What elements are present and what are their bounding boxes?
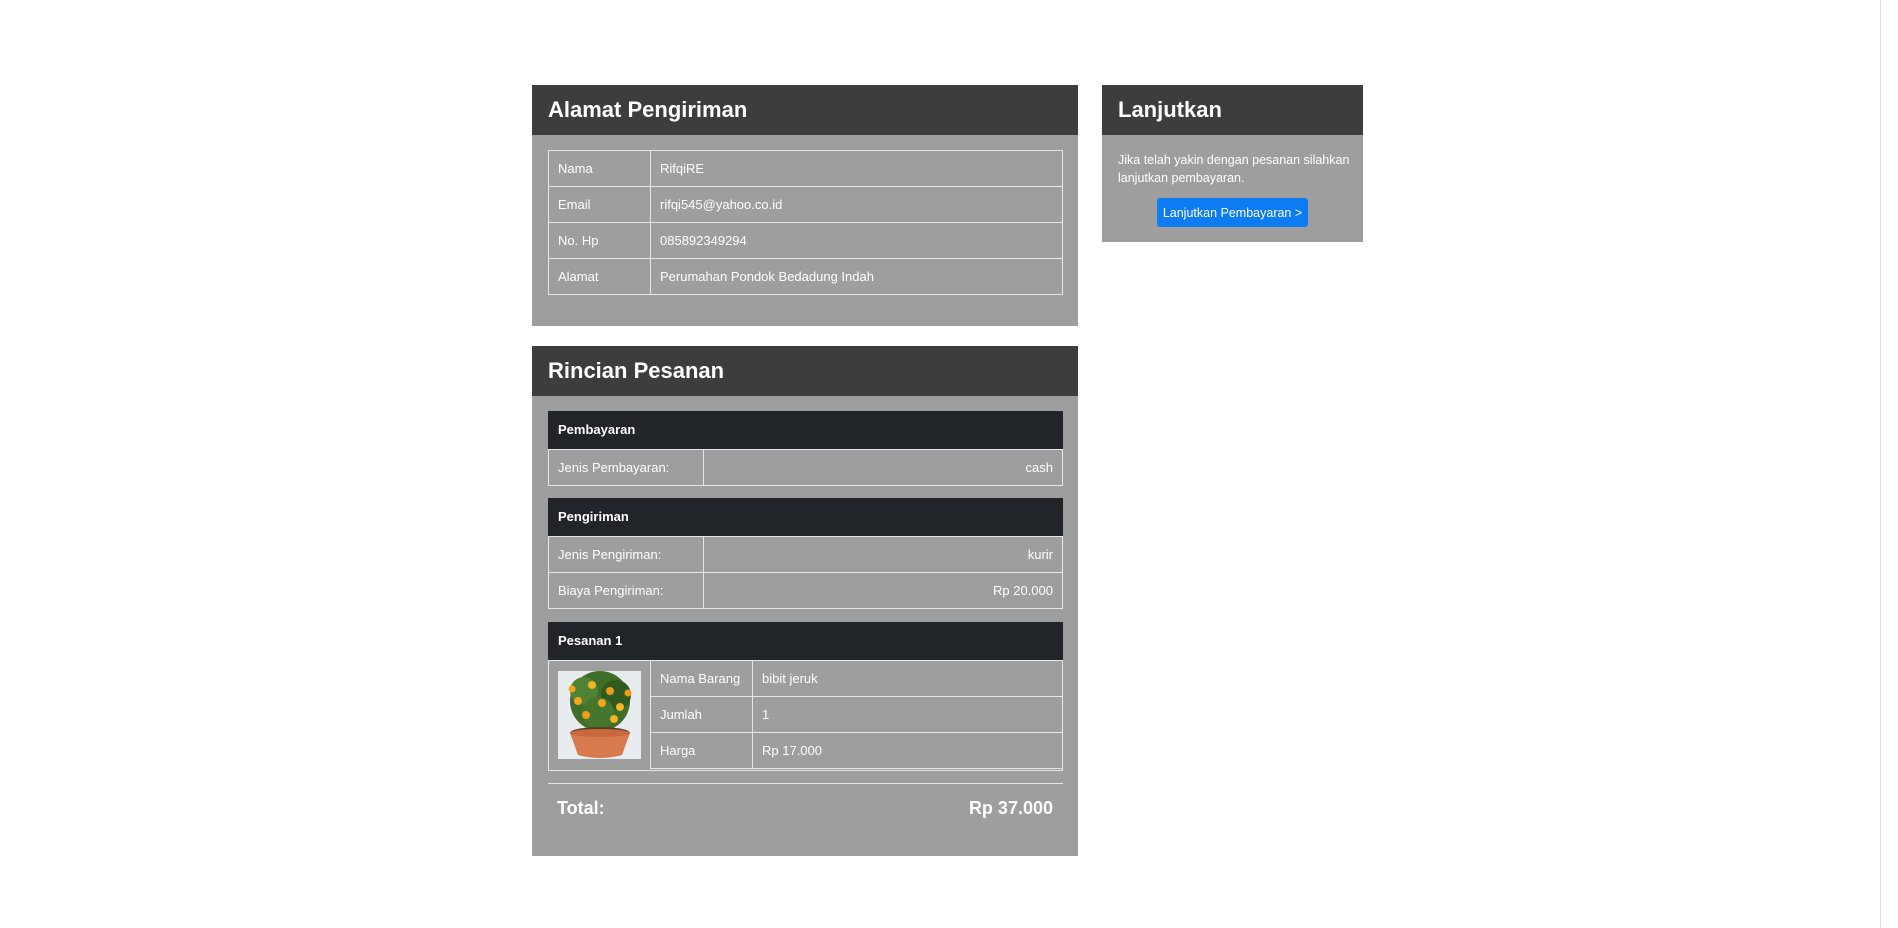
order-details-panel: Rincian Pesanan Pembayaran Jenis Pembaya… [532, 346, 1078, 856]
name-label: Nama [548, 150, 651, 187]
email-value: rifqi545@yahoo.co.id [650, 186, 1063, 223]
page-scrollbar[interactable] [1880, 0, 1898, 928]
continue-title: Lanjutkan [1102, 85, 1363, 135]
shipping-cost-value: Rp 20.000 [703, 572, 1063, 609]
total-divider [548, 783, 1063, 784]
shipping-cost-label: Biaya Pengiriman: [548, 572, 704, 609]
item-price-label: Harga [650, 732, 753, 769]
continue-panel: Lanjutkan Jika telah yakin dengan pesana… [1102, 85, 1363, 242]
order-item-heading: Pesanan 1 [548, 622, 1063, 660]
payment-type-value: cash [703, 449, 1063, 486]
total-value: Rp 37.000 [968, 798, 1053, 818]
payment-table: Jenis Pembayaran: cash [548, 449, 1063, 486]
table-row: Jenis Pengiriman: kurir [548, 536, 1063, 573]
shipping-address-title: Alamat Pengiriman [532, 85, 1078, 135]
order-item: Nama Barang bibit jeruk Jumlah 1 Harga R… [548, 660, 1063, 771]
table-row: Jenis Pembayaran: cash [548, 449, 1063, 486]
shipping-table: Jenis Pengiriman: kurir Biaya Pengiriman… [548, 536, 1063, 609]
continue-payment-button[interactable]: Lanjutkan Pembayaran > [1157, 198, 1308, 227]
table-row: Nama Barang bibit jeruk [650, 660, 1063, 697]
item-name-label: Nama Barang [650, 660, 753, 697]
table-row: Nama RifqiRE [548, 150, 1063, 187]
address-label: Alamat [548, 258, 651, 295]
continue-description: Jika telah yakin dengan pesanan silahkan… [1118, 153, 1350, 185]
phone-value: 085892349294 [650, 222, 1063, 259]
item-price-value: Rp 17.000 [752, 732, 1063, 769]
item-quantity-label: Jumlah [650, 696, 753, 733]
shipping-section-heading: Pengiriman [548, 498, 1063, 536]
product-image [558, 671, 641, 759]
item-quantity-value: 1 [752, 696, 1063, 733]
table-row: Email rifqi545@yahoo.co.id [548, 186, 1063, 223]
item-name-value: bibit jeruk [752, 660, 1063, 697]
table-row: Alamat Perumahan Pondok Bedadung Indah [548, 258, 1063, 295]
shipping-type-value: kurir [703, 536, 1063, 573]
shipping-address-table: Nama RifqiRE Email rifqi545@yahoo.co.id … [548, 150, 1063, 295]
table-row: Biaya Pengiriman: Rp 20.000 [548, 572, 1063, 609]
table-row: No. Hp 085892349294 [548, 222, 1063, 259]
address-value: Perumahan Pondok Bedadung Indah [650, 258, 1063, 295]
order-item-table: Nama Barang bibit jeruk Jumlah 1 Harga R… [650, 660, 1063, 769]
table-row: Jumlah 1 [650, 696, 1063, 733]
phone-label: No. Hp [548, 222, 651, 259]
payment-type-label: Jenis Pembayaran: [548, 449, 704, 486]
payment-section-heading: Pembayaran [548, 411, 1063, 449]
email-label: Email [548, 186, 651, 223]
order-details-title: Rincian Pesanan [532, 346, 1078, 396]
shipping-address-panel: Alamat Pengiriman Nama RifqiRE Email rif… [532, 85, 1078, 326]
table-row: Harga Rp 17.000 [650, 732, 1063, 769]
name-value: RifqiRE [650, 150, 1063, 187]
total-label: Total: [557, 798, 605, 818]
shipping-type-label: Jenis Pengiriman: [548, 536, 704, 573]
